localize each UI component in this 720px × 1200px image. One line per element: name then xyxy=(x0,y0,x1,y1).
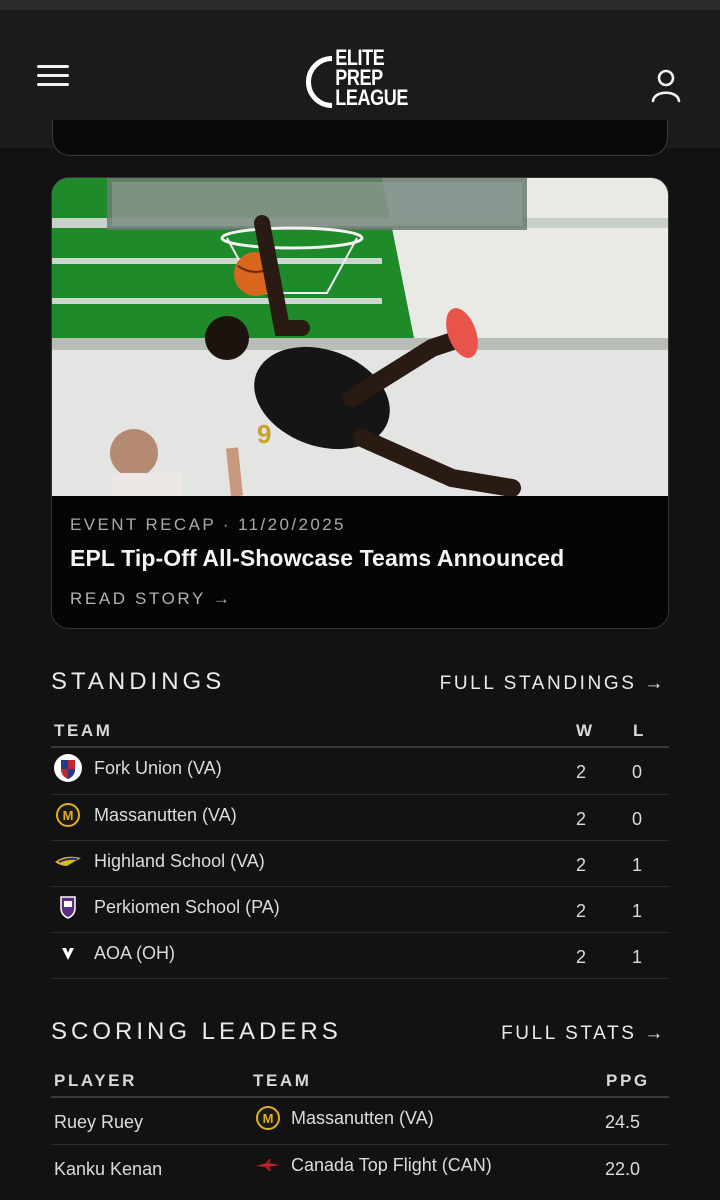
news-date: 11/20/2025 xyxy=(238,515,346,534)
full-standings-link[interactable]: FULL STANDINGS → xyxy=(440,673,666,695)
fork-union-shield-icon xyxy=(54,754,82,782)
standings-heading: STANDINGS xyxy=(51,668,226,695)
read-story-link[interactable]: READ STORY → xyxy=(70,589,233,609)
col-team-header: TEAM xyxy=(253,1071,312,1090)
player-name[interactable]: Kanku Kenan xyxy=(54,1159,162,1180)
news-separator: · xyxy=(222,515,231,534)
svg-text:9: 9 xyxy=(257,419,271,449)
logo-wordmark: ELITE PREP LEAGUE xyxy=(332,47,408,109)
aoa-logo-icon xyxy=(62,948,74,960)
standings-row[interactable]: Fork Union (VA) 2 0 xyxy=(51,748,669,794)
wins: 2 xyxy=(576,901,587,921)
losses: 0 xyxy=(632,762,643,782)
losses: 0 xyxy=(632,809,643,829)
team-name[interactable]: Fork Union (VA) xyxy=(94,758,222,779)
player-name[interactable]: Ruey Ruey xyxy=(54,1112,143,1133)
points-per-game: 22.0 xyxy=(605,1159,641,1179)
massanutten-m-icon: M xyxy=(56,803,80,827)
news-photo-dunk: 9 xyxy=(52,178,668,496)
standings-row[interactable]: Highland School (VA) 2 1 xyxy=(51,841,669,887)
team-name[interactable]: Massanutten (VA) xyxy=(291,1108,434,1129)
losses: 1 xyxy=(632,855,643,875)
news-card[interactable]: 9 EVENT RECAP · 11/20/2025 EPL Tip-Off A… xyxy=(51,177,669,629)
team-name[interactable]: Canada Top Flight (CAN) xyxy=(291,1155,492,1176)
wins: 2 xyxy=(576,809,587,829)
svg-text:M: M xyxy=(263,1111,274,1126)
scoring-row[interactable]: Kanku Kenan Canada Top Flight (CAN) 22.0 xyxy=(51,1145,669,1191)
highland-hawk-icon xyxy=(55,856,81,866)
elite-prep-league-logo[interactable]: ELITE PREP LEAGUE xyxy=(306,47,416,112)
news-category: EVENT RECAP xyxy=(70,515,216,534)
col-team-header: TEAM xyxy=(54,721,113,740)
points-per-game: 24.5 xyxy=(605,1112,641,1132)
col-ppg-header: PPG xyxy=(606,1071,650,1090)
standings-row[interactable]: M Massanutten (VA) 2 0 xyxy=(51,795,669,841)
losses: 1 xyxy=(632,947,643,967)
full-stats-link[interactable]: FULL STATS → xyxy=(501,1023,666,1045)
user-account-icon[interactable] xyxy=(650,68,682,104)
hamburger-menu-icon[interactable] xyxy=(37,65,71,89)
canada-top-flight-jet-icon xyxy=(256,1159,280,1171)
wins: 2 xyxy=(576,947,587,967)
losses: 1 xyxy=(632,901,643,921)
wins: 2 xyxy=(576,762,587,782)
scoring-row[interactable]: Ruey Ruey M Massanutten (VA) 24.5 xyxy=(51,1098,669,1144)
wins: 2 xyxy=(576,855,587,875)
news-title[interactable]: EPL Tip-Off All-Showcase Teams Announced xyxy=(70,545,564,572)
news-meta: EVENT RECAP · 11/20/2025 xyxy=(70,515,346,535)
col-l-header: L xyxy=(633,721,646,740)
team-name[interactable]: Perkiomen School (PA) xyxy=(94,897,280,918)
standings-row[interactable]: Perkiomen School (PA) 2 1 xyxy=(51,887,669,933)
col-w-header: W xyxy=(576,721,595,740)
svg-text:M: M xyxy=(63,808,74,823)
scoring-leaders-heading: SCORING LEADERS xyxy=(51,1018,342,1045)
massanutten-m-icon: M xyxy=(256,1106,280,1130)
team-name[interactable]: Massanutten (VA) xyxy=(94,805,237,826)
col-player-header: PLAYER xyxy=(54,1071,137,1090)
team-name[interactable]: Highland School (VA) xyxy=(94,851,265,872)
previous-news-card-edge[interactable] xyxy=(52,120,668,156)
status-strip xyxy=(0,0,720,10)
team-name[interactable]: AOA (OH) xyxy=(94,943,175,964)
row-divider xyxy=(51,978,669,979)
standings-row[interactable]: AOA (OH) 2 1 xyxy=(51,933,669,979)
perkiomen-crest-icon xyxy=(60,896,76,919)
